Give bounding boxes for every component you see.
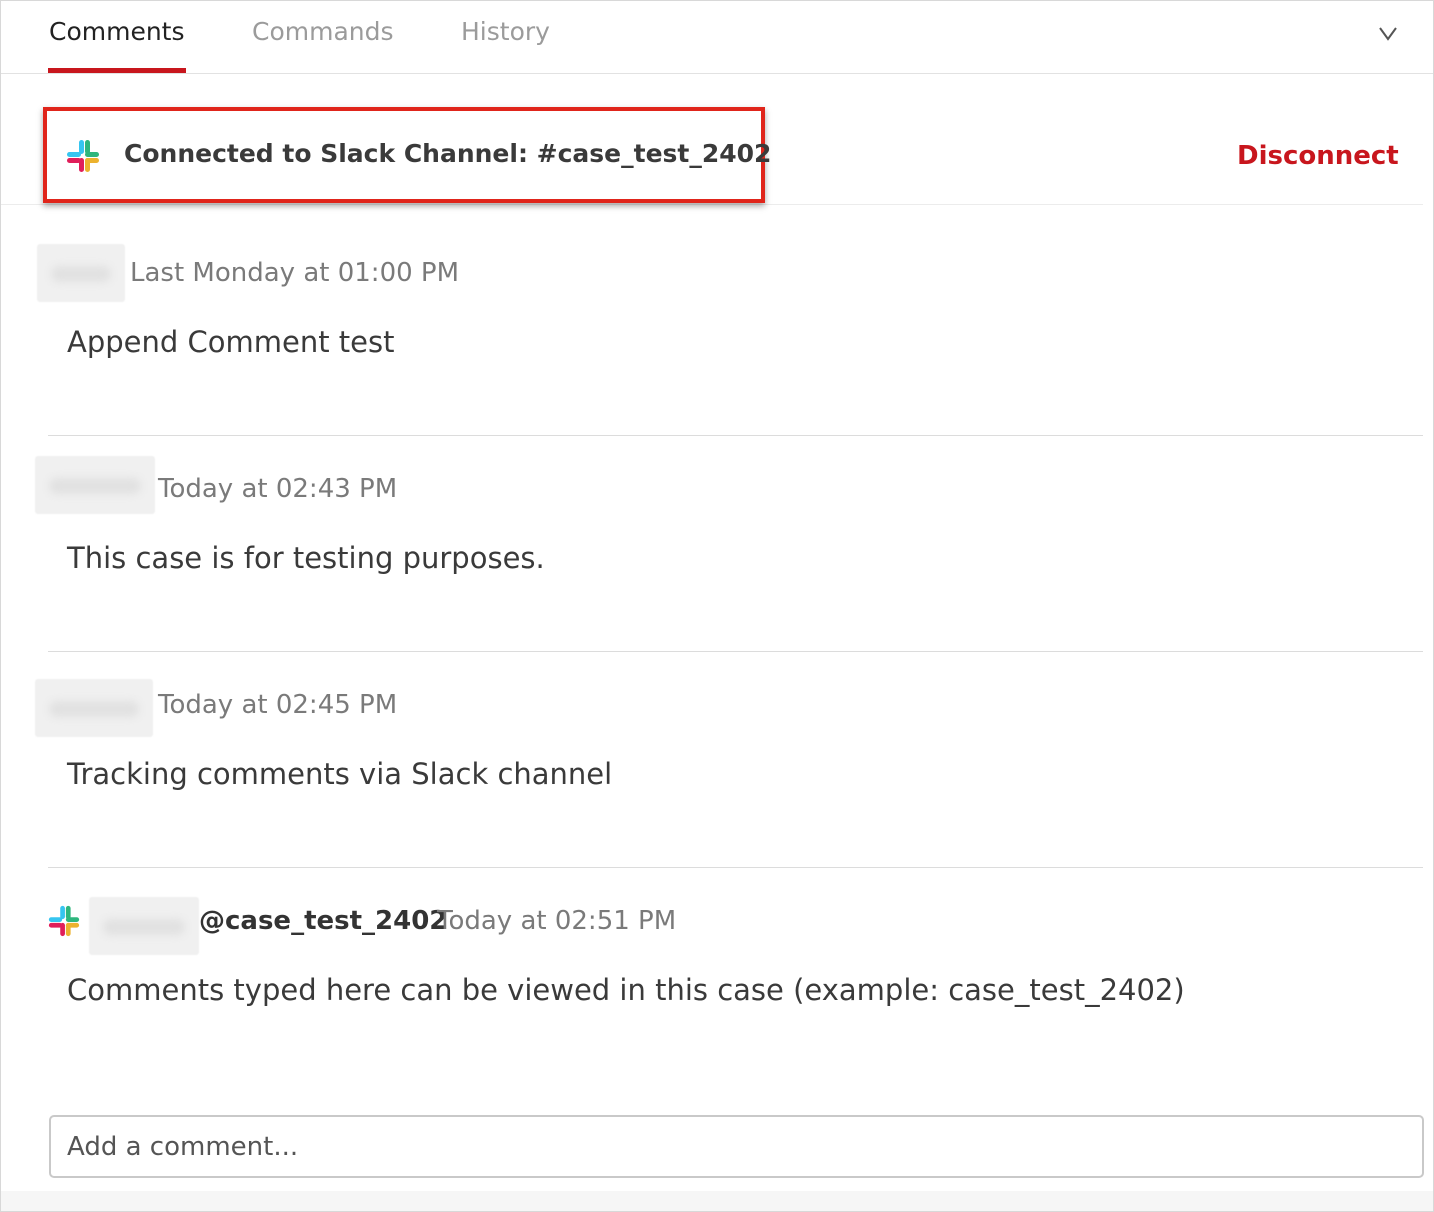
slack-connection-label: Connected to Slack Channel: #case_test_2…: [124, 139, 772, 168]
comment-divider: [48, 435, 1423, 436]
author-avatar: [35, 679, 153, 737]
tab-comments[interactable]: Comments: [49, 15, 185, 49]
tab-history[interactable]: History: [461, 15, 550, 49]
slack-icon: [48, 905, 80, 937]
active-tab-indicator: [48, 68, 186, 73]
comment-divider: [48, 867, 1423, 868]
comments-panel: Comments Commands History Connected to S…: [0, 0, 1434, 1212]
bottom-strip: [1, 1191, 1433, 1211]
disconnect-button[interactable]: Disconnect: [1237, 138, 1399, 174]
comment-timestamp: Today at 02:43 PM: [158, 474, 398, 504]
author-handle: @case_test_2402: [199, 906, 448, 936]
author-avatar: [35, 456, 155, 514]
author-avatar: [37, 244, 125, 302]
comment-timestamp: Today at 02:45 PM: [158, 690, 398, 720]
comment-body: Append Comment test: [67, 325, 395, 359]
chevron-down-icon[interactable]: [1374, 19, 1402, 47]
slack-connection-row: Connected to Slack Channel: #case_test_2…: [1, 74, 1423, 205]
comment-body: This case is for testing purposes.: [67, 541, 545, 575]
comment-timestamp: Today at 02:51 PM: [437, 906, 677, 936]
comment-body: Tracking comments via Slack channel: [67, 757, 613, 791]
add-comment-input[interactable]: [49, 1115, 1424, 1178]
comment-body: Comments typed here can be viewed in thi…: [67, 973, 1185, 1007]
slack-icon: [67, 140, 99, 172]
author-avatar: [89, 897, 199, 955]
tab-bar: Comments Commands History: [1, 1, 1433, 74]
comment-divider: [48, 651, 1423, 652]
comment-timestamp: Last Monday at 01:00 PM: [130, 258, 460, 288]
tab-commands[interactable]: Commands: [252, 15, 394, 49]
